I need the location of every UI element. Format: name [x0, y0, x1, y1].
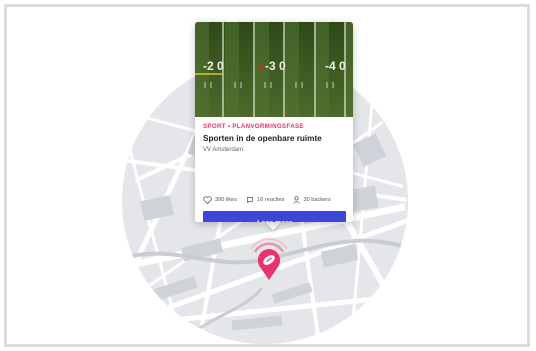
yard-number-20: -2 0	[203, 59, 224, 73]
football-field-image: -2 0 -3 0 -4 0	[195, 22, 353, 117]
reactions-stat[interactable]: 16 reacties	[246, 196, 284, 204]
likes-count: 300 likes	[215, 197, 238, 203]
read-more-button[interactable]: Lees meer	[203, 211, 346, 222]
category-label: SPORT • PLANVORMINGSFASE	[203, 123, 304, 130]
heart-icon	[203, 196, 212, 204]
yard-number-30: -3 0	[265, 59, 286, 73]
rugby-ball-marker-icon[interactable]	[249, 238, 289, 282]
stats-row: 300 likes 16 reacties 30 backers	[203, 195, 348, 205]
project-card[interactable]: -2 0 -3 0 -4 0 SPORT • PLANVORMINGSFASE …	[195, 22, 353, 222]
yard-number-40: -4 0	[325, 59, 346, 73]
speech-bubble-icon	[247, 196, 254, 204]
project-title[interactable]: Sporten in de openbare ruimte	[203, 134, 347, 143]
card-content: SPORT • PLANVORMINGSFASE Sporten in de o…	[203, 123, 347, 153]
backers-count: 30 backers	[303, 197, 331, 203]
football-icon	[257, 66, 265, 70]
backers-stat[interactable]: 30 backers	[293, 196, 331, 204]
reactions-count: 16 reacties	[257, 197, 285, 203]
person-icon	[293, 196, 300, 204]
organization-name: VV Amsterdam	[203, 147, 244, 153]
likes-stat[interactable]: 300 likes	[203, 196, 237, 204]
